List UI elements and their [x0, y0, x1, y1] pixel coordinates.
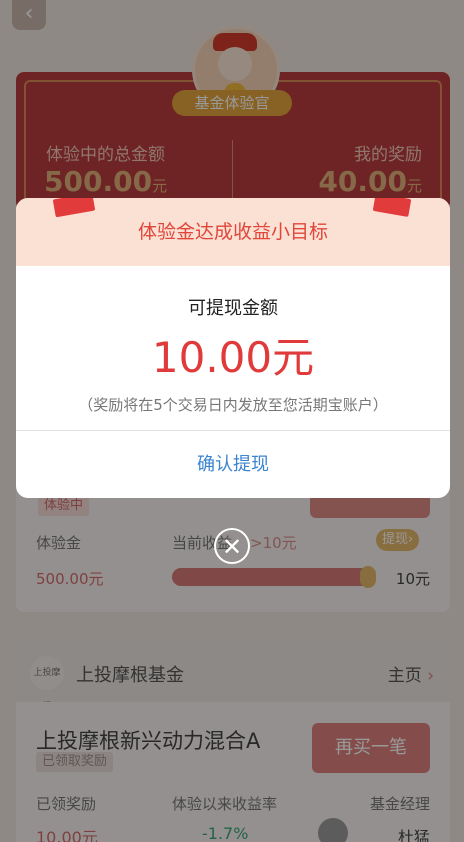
- dialog-title: 体验金达成收益小目标: [137, 221, 328, 243]
- withdrawable-amount-value: 10.00元: [151, 333, 315, 382]
- close-icon[interactable]: ✕: [214, 528, 250, 564]
- confirm-withdraw-button[interactable]: 确认提现: [16, 431, 450, 498]
- withdraw-dialog: 体验金达成收益小目标 可提现金额 10.00元 （奖励将在5个交易日内发放至您活…: [16, 198, 450, 498]
- reward-payout-note: （奖励将在5个交易日内发放至您活期宝账户）: [78, 396, 388, 414]
- withdrawable-amount-label: 可提现金额: [188, 298, 278, 319]
